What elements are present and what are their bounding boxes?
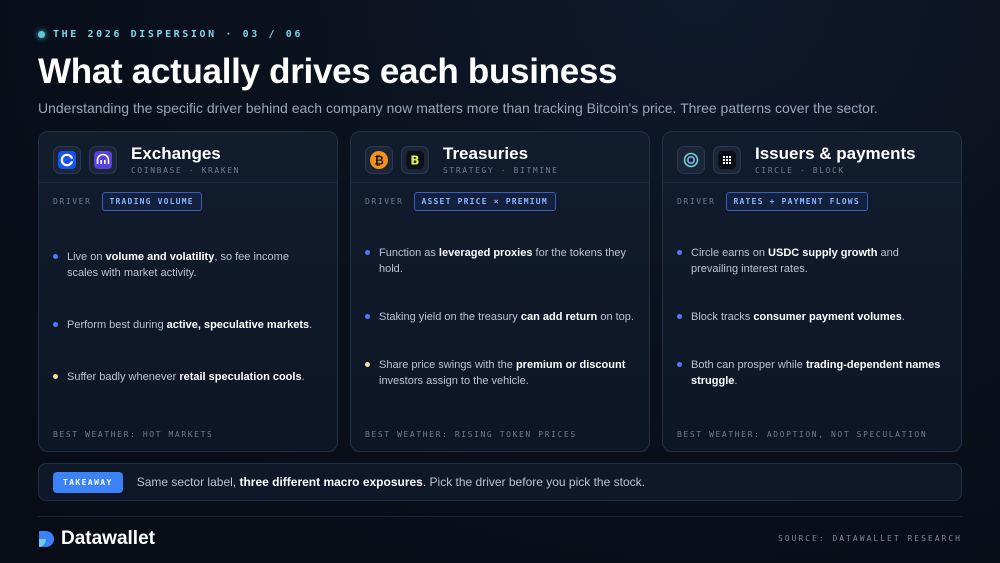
datawallet-logo-icon [39, 531, 54, 547]
brand: Datawallet [38, 528, 155, 550]
bullet-dot-icon [677, 314, 682, 319]
card-header: ₿ B Treasuries STRATEGY · BITMINE [365, 145, 559, 175]
brand-name: Datawallet [61, 528, 155, 549]
card-divider [663, 182, 961, 183]
card-footer: BEST WEATHER: ADOPTION, NOT SPECULATION [677, 430, 928, 439]
bullet-dot-icon [53, 374, 58, 379]
list-item: Staking yield on the treasury can add re… [365, 309, 635, 325]
bullet-dot-icon [677, 250, 682, 255]
card-subtitle: STRATEGY · BITMINE [443, 166, 559, 175]
driver-row: DRIVER ASSET PRICE × PREMIUM [365, 192, 556, 211]
card-title: Treasuries [443, 144, 529, 163]
card-subtitle: CIRCLE · BLOCK [755, 166, 845, 175]
eyebrow-dot-icon [38, 31, 45, 38]
bitcoin-logo-icon: ₿ [365, 146, 393, 174]
card-header: Issuers & payments CIRCLE · BLOCK [677, 145, 916, 175]
takeaway-text: Same sector label, three different macro… [136, 475, 645, 489]
bullet-dot-icon [365, 250, 370, 255]
card-footer: BEST WEATHER: HOT MARKETS [53, 430, 214, 439]
driver-label: DRIVER [365, 197, 404, 206]
driver-badge: RATES + PAYMENT FLOWS [725, 192, 868, 211]
list-item: Function as leveraged proxies for the to… [365, 245, 635, 277]
bullet-dot-icon [365, 362, 370, 367]
list-item: Circle earns on USDC supply growth and p… [677, 245, 947, 277]
source-credit: SOURCE: DATAWALLET RESEARCH [777, 534, 962, 543]
card-treasuries: ₿ B Treasuries STRATEGY · BITMINE DRIVER… [350, 131, 650, 452]
bitmine-logo-icon: B [401, 146, 429, 174]
block-logo-icon [713, 146, 741, 174]
bullet-dot-icon [677, 362, 682, 367]
kraken-logo-icon [89, 146, 117, 174]
driver-row: DRIVER RATES + PAYMENT FLOWS [677, 192, 868, 211]
footer-divider [38, 516, 962, 517]
list-item: Suffer badly whenever retail speculation… [53, 369, 323, 385]
list-item: Both can prosper while trading-dependent… [677, 357, 947, 389]
bullet-dot-icon [53, 254, 58, 259]
page-title: What actually drives each business [38, 52, 618, 91]
svg-text:₿: ₿ [374, 154, 384, 168]
cards-row: Exchanges COINBASE · KRAKEN DRIVER TRADI… [38, 131, 962, 452]
card-footer: BEST WEATHER: RISING TOKEN PRICES [365, 430, 577, 439]
bullet-dot-icon [365, 314, 370, 319]
list-item: Block tracks consumer payment volumes. [677, 309, 947, 325]
card-title: Issuers & payments [755, 144, 916, 163]
card-title: Exchanges [131, 144, 221, 163]
list-item: Perform best during active, speculative … [53, 317, 323, 333]
card-issuers-payments: Issuers & payments CIRCLE · BLOCK DRIVER… [662, 131, 962, 452]
card-divider [351, 182, 649, 183]
card-subtitle: COINBASE · KRAKEN [131, 166, 241, 175]
eyebrow-text: THE 2026 DISPERSION · 03 / 06 [53, 29, 303, 40]
driver-label: DRIVER [677, 197, 716, 206]
svg-text:B: B [410, 154, 419, 168]
card-exchanges: Exchanges COINBASE · KRAKEN DRIVER TRADI… [38, 131, 338, 452]
page-subtitle: Understanding the specific driver behind… [38, 100, 878, 116]
coinbase-logo-icon [53, 146, 81, 174]
driver-badge: ASSET PRICE × PREMIUM [413, 192, 556, 211]
circle-logo-icon [677, 146, 705, 174]
bullet-dot-icon [53, 322, 58, 327]
list-item: Share price swings with the premium or d… [365, 357, 635, 389]
eyebrow: THE 2026 DISPERSION · 03 / 06 [38, 29, 303, 40]
driver-label: DRIVER [53, 197, 92, 206]
takeaway-banner: TAKEAWAY Same sector label, three differ… [38, 463, 962, 501]
card-divider [39, 182, 337, 183]
driver-badge: TRADING VOLUME [101, 192, 202, 211]
takeaway-badge: TAKEAWAY [53, 471, 123, 493]
card-header: Exchanges COINBASE · KRAKEN [53, 145, 240, 175]
driver-row: DRIVER TRADING VOLUME [53, 192, 202, 211]
list-item: Live on volume and volatility, so fee in… [53, 249, 323, 281]
